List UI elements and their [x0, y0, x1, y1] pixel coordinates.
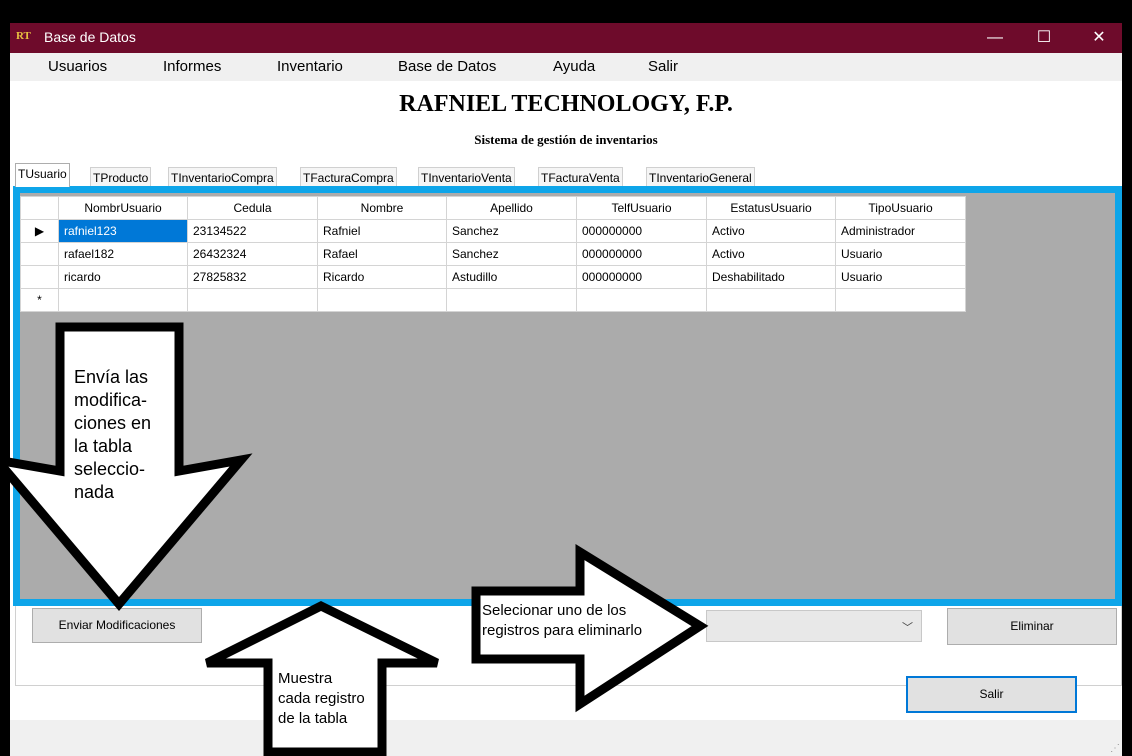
- row-header[interactable]: [20, 242, 59, 266]
- table-cell[interactable]: Sanchez: [446, 242, 577, 266]
- table-cell[interactable]: [706, 288, 836, 312]
- table-cell[interactable]: [576, 288, 707, 312]
- table-cell[interactable]: rafniel123: [58, 219, 188, 243]
- close-icon[interactable]: ✕: [1076, 23, 1122, 53]
- table-cell[interactable]: Activo: [706, 242, 836, 266]
- column-header[interactable]: NombrUsuario: [58, 196, 188, 220]
- table-cell[interactable]: [187, 288, 318, 312]
- tab-tproducto[interactable]: TProducto: [90, 167, 152, 187]
- company-subtitle: Sistema de gestión de inventarios: [474, 132, 658, 147]
- table-cell[interactable]: Astudillo: [446, 265, 577, 289]
- table-row[interactable]: ricardo 27825832 Ricardo Astudillo 00000…: [20, 265, 966, 289]
- table-cell[interactable]: rafael182: [58, 242, 188, 266]
- tab-tfacturacompra[interactable]: TFacturaCompra: [300, 167, 397, 187]
- table-cell[interactable]: 000000000: [576, 265, 707, 289]
- menu-inventario[interactable]: Inventario: [277, 58, 343, 75]
- tab-tinventariogeneral[interactable]: TInventarioGeneral: [646, 167, 755, 187]
- tab-tfacturaventa[interactable]: TFacturaVenta: [538, 167, 623, 187]
- annotation-send-text: Envía las modifica- ciones en la tabla s…: [74, 367, 152, 502]
- table-cell[interactable]: 000000000: [576, 242, 707, 266]
- company-title: RAFNIEL TECHNOLOGY, F.P.: [399, 91, 733, 117]
- tab-tinventarioventa[interactable]: TInventarioVenta: [418, 167, 515, 187]
- table-cell[interactable]: Usuario: [835, 265, 966, 289]
- record-select-dropdown[interactable]: ﹀: [706, 610, 922, 642]
- table-cell[interactable]: [835, 288, 966, 312]
- table-cell[interactable]: 26432324: [187, 242, 318, 266]
- row-header-corner: [20, 196, 59, 220]
- column-header[interactable]: Apellido: [446, 196, 577, 220]
- window-title: Base de Datos: [44, 29, 136, 45]
- column-header[interactable]: Cedula: [187, 196, 318, 220]
- tab-tusuario[interactable]: TUsuario: [15, 163, 70, 187]
- row-header[interactable]: [20, 265, 59, 289]
- new-row[interactable]: *: [20, 288, 966, 312]
- menu-salir[interactable]: Salir: [648, 58, 678, 75]
- app-logo-icon: RT: [16, 30, 31, 42]
- title-bar[interactable]: RT Base de Datos — ☐ ✕: [10, 23, 1122, 53]
- table-cell[interactable]: Rafael: [317, 242, 447, 266]
- column-header[interactable]: TelfUsuario: [576, 196, 707, 220]
- table-header-row: NombrUsuario Cedula Nombre Apellido Telf…: [20, 196, 966, 220]
- table-row[interactable]: ▶ rafniel123 23134522 Rafniel Sanchez 00…: [20, 219, 966, 243]
- table-cell[interactable]: Ricardo: [317, 265, 447, 289]
- menu-usuarios[interactable]: Usuarios: [48, 58, 107, 75]
- menu-informes[interactable]: Informes: [163, 58, 221, 75]
- table-cell[interactable]: [446, 288, 577, 312]
- send-modifications-button[interactable]: Enviar Modificaciones: [32, 608, 202, 643]
- exit-button[interactable]: Salir: [906, 676, 1077, 713]
- users-table: NombrUsuario Cedula Nombre Apellido Telf…: [20, 196, 966, 312]
- column-header[interactable]: TipoUsuario: [835, 196, 966, 220]
- minimize-icon[interactable]: —: [972, 23, 1018, 53]
- table-cell[interactable]: Activo: [706, 219, 836, 243]
- menu-bar: Usuarios Informes Inventario Base de Dat…: [10, 53, 1122, 81]
- column-header[interactable]: EstatusUsuario: [706, 196, 836, 220]
- menu-ayuda[interactable]: Ayuda: [553, 58, 595, 75]
- delete-button[interactable]: Eliminar: [947, 608, 1117, 645]
- current-row-indicator-icon[interactable]: ▶: [20, 219, 59, 243]
- maximize-icon[interactable]: ☐: [1021, 23, 1067, 53]
- annotation-select-text: Selecionar uno de los registros para eli…: [482, 602, 643, 639]
- table-cell[interactable]: 23134522: [187, 219, 318, 243]
- status-bar: ⋰: [10, 720, 1122, 756]
- table-cell[interactable]: 27825832: [187, 265, 318, 289]
- table-cell[interactable]: Usuario: [835, 242, 966, 266]
- annotation-show-text: Muestra cada registro de la tabla: [278, 670, 365, 727]
- tab-tinventariocompra[interactable]: TInventarioCompra: [168, 167, 277, 187]
- table-cell[interactable]: 000000000: [576, 219, 707, 243]
- table-cell[interactable]: ricardo: [58, 265, 188, 289]
- column-header[interactable]: Nombre: [317, 196, 447, 220]
- table-cell[interactable]: Deshabilitado: [706, 265, 836, 289]
- chevron-down-icon[interactable]: ﹀: [902, 619, 913, 635]
- table-cell[interactable]: [317, 288, 447, 312]
- table-cell[interactable]: Sanchez: [446, 219, 577, 243]
- new-row-indicator-icon[interactable]: *: [20, 288, 59, 312]
- menu-base-de-datos[interactable]: Base de Datos: [398, 58, 496, 75]
- table-cell[interactable]: [58, 288, 188, 312]
- resize-grip-icon[interactable]: ⋰: [1110, 743, 1120, 754]
- app-window: RT Base de Datos — ☐ ✕ Usuarios Informes…: [10, 23, 1122, 756]
- table-cell[interactable]: Administrador: [835, 219, 966, 243]
- table-row[interactable]: rafael182 26432324 Rafael Sanchez 000000…: [20, 242, 966, 266]
- table-cell[interactable]: Rafniel: [317, 219, 447, 243]
